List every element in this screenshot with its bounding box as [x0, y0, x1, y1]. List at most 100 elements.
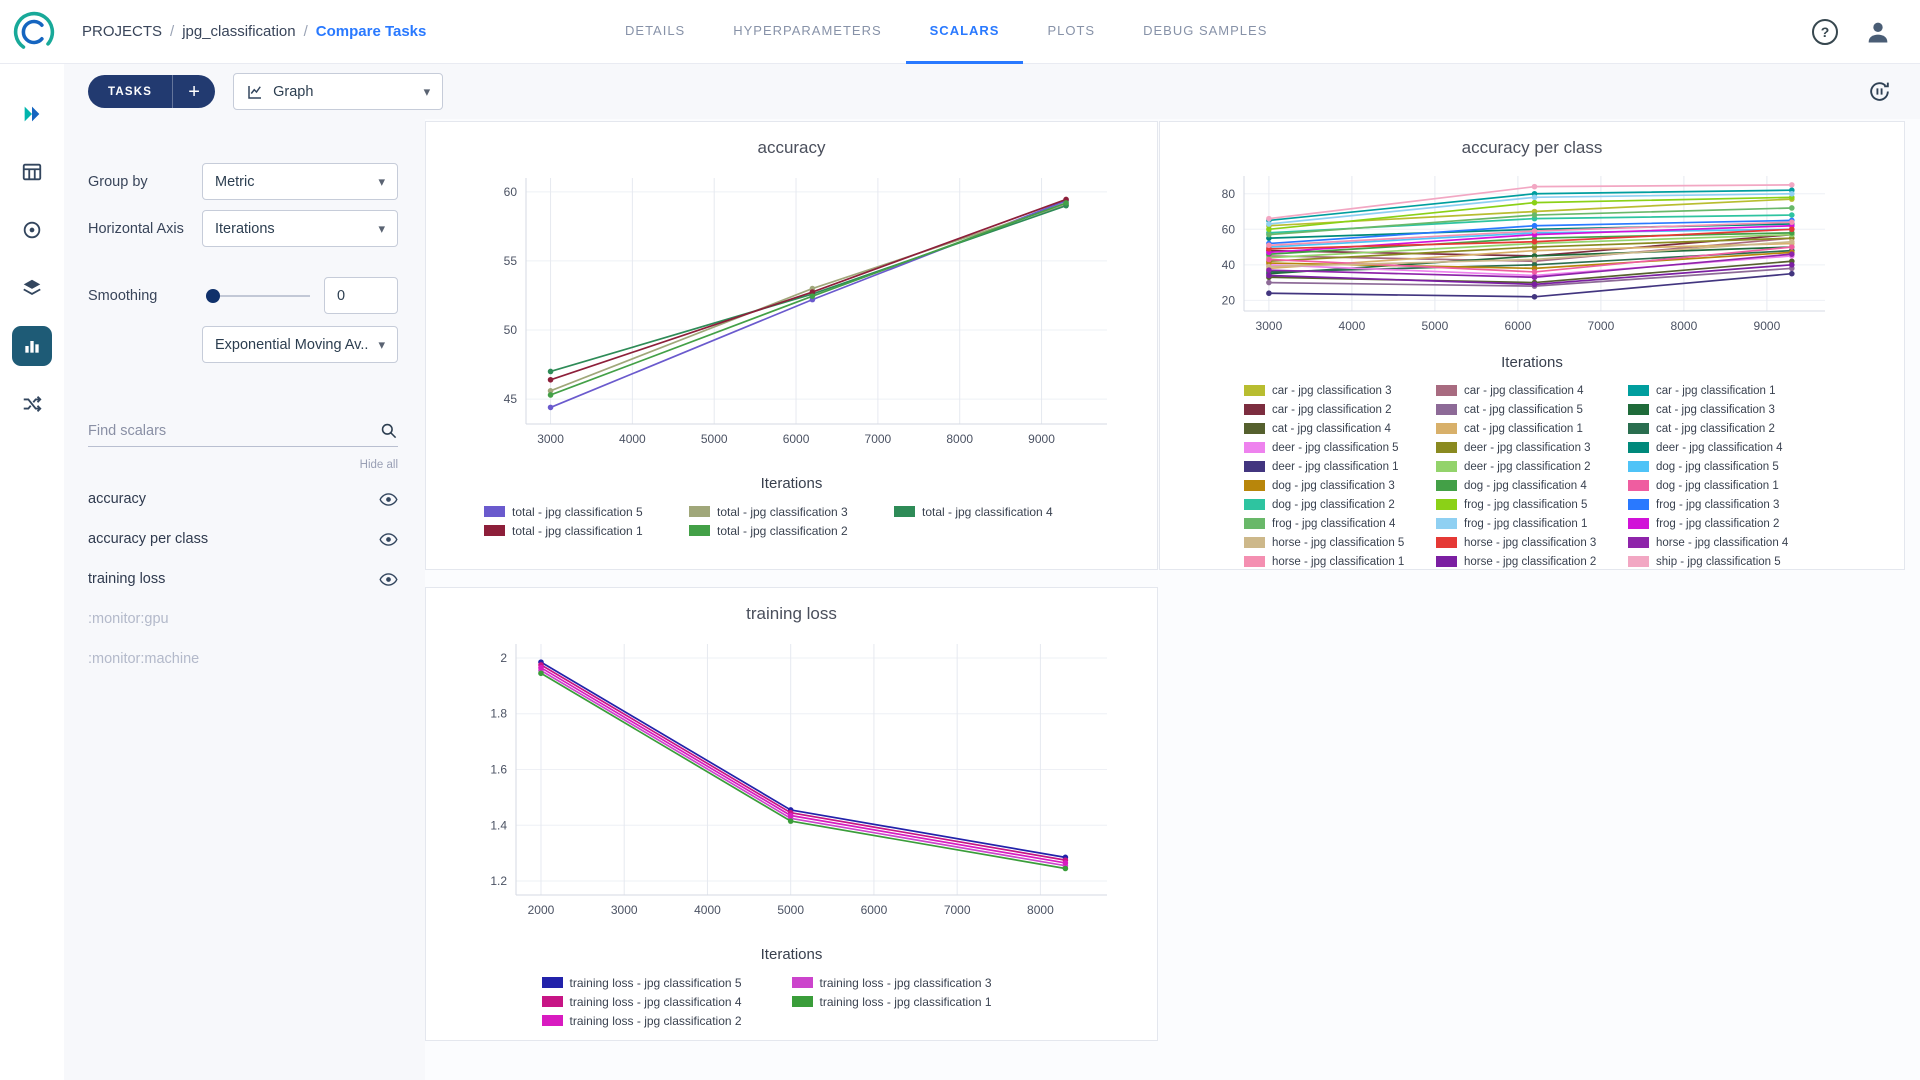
search-icon[interactable] — [379, 421, 398, 440]
breadcrumb-compare-tasks[interactable]: Compare Tasks — [316, 23, 427, 40]
pipelines-icon[interactable] — [12, 384, 52, 424]
experiments-icon-active[interactable] — [12, 326, 52, 366]
legend-item[interactable]: horse - jpg classification 2 — [1436, 552, 1628, 570]
legend-item[interactable]: horse - jpg classification 3 — [1436, 533, 1628, 552]
accuracy-plot[interactable]: 455055603000400050006000700080009000 — [426, 166, 1157, 461]
user-avatar[interactable] — [1864, 18, 1892, 46]
legend-item[interactable]: cat - jpg classification 1 — [1436, 419, 1628, 438]
tab-plots[interactable]: PLOTS — [1023, 0, 1119, 64]
legend-item[interactable]: frog - jpg classification 1 — [1436, 514, 1628, 533]
metric-row-monitor-machine[interactable]: :monitor:machine — [64, 639, 425, 679]
legend-item[interactable]: deer - jpg classification 3 — [1436, 438, 1628, 457]
legend-item[interactable]: total - jpg classification 3 — [689, 502, 894, 521]
legend-label: deer - jpg classification 1 — [1272, 461, 1399, 473]
svg-text:50: 50 — [504, 323, 518, 337]
legend-item[interactable]: horse - jpg classification 5 — [1244, 533, 1436, 552]
layers-icon[interactable] — [12, 268, 52, 308]
legend-item[interactable]: frog - jpg classification 5 — [1436, 495, 1628, 514]
metric-row-accuracy[interactable]: accuracy — [64, 479, 425, 519]
metric-row-accuracy-per-class[interactable]: accuracy per class — [64, 519, 425, 559]
clearml-logo[interactable] — [12, 10, 56, 54]
legend-item[interactable]: total - jpg classification 2 — [689, 521, 894, 540]
smoothing-type-select[interactable]: Exponential Moving Av... ▾ — [202, 326, 398, 363]
legend-label: dog - jpg classification 4 — [1464, 480, 1587, 492]
breadcrumb-projects[interactable]: PROJECTS — [82, 23, 162, 40]
svg-text:6000: 6000 — [861, 903, 888, 917]
visibility-eye-icon[interactable] — [379, 490, 398, 509]
legend-item[interactable]: frog - jpg classification 2 — [1628, 514, 1820, 533]
legend-item[interactable]: deer - jpg classification 5 — [1244, 438, 1436, 457]
legend-swatch — [484, 525, 505, 536]
legend-item[interactable]: deer - jpg classification 4 — [1628, 438, 1820, 457]
svg-text:2000: 2000 — [528, 903, 555, 917]
accuracy-per-class-plot[interactable]: 204060803000400050006000700080009000 — [1160, 166, 1904, 346]
smoothing-value-input[interactable] — [324, 277, 398, 314]
tab-details[interactable]: DETAILS — [601, 0, 709, 64]
legend-item[interactable]: total - jpg classification 5 — [484, 502, 689, 521]
legend-item[interactable]: cat - jpg classification 2 — [1628, 419, 1820, 438]
hide-all-link[interactable]: Hide all — [64, 459, 398, 471]
help-icon[interactable]: ? — [1812, 19, 1838, 45]
visibility-eye-icon[interactable] — [379, 530, 398, 549]
view-mode-select[interactable]: Graph ▾ — [233, 73, 443, 110]
legend-item[interactable]: dog - jpg classification 5 — [1628, 457, 1820, 476]
training-loss-plot[interactable]: 1.21.41.61.82200030004000500060007000800… — [426, 632, 1157, 932]
legend-item[interactable]: training loss - jpg classification 3 — [792, 973, 1042, 992]
legend-item[interactable]: frog - jpg classification 4 — [1244, 514, 1436, 533]
legend-item[interactable]: deer - jpg classification 2 — [1436, 457, 1628, 476]
legend-item[interactable]: car - jpg classification 1 — [1628, 381, 1820, 400]
tab-bar: DETAILS HYPERPARAMETERS SCALARS PLOTS DE… — [601, 0, 1291, 64]
legend-item[interactable]: car - jpg classification 3 — [1244, 381, 1436, 400]
legend-item[interactable]: total - jpg classification 1 — [484, 521, 689, 540]
legend-item[interactable]: cat - jpg classification 3 — [1628, 400, 1820, 419]
svg-text:1.6: 1.6 — [490, 763, 507, 777]
legend-label: cat - jpg classification 5 — [1464, 404, 1583, 416]
visibility-eye-icon[interactable] — [379, 570, 398, 589]
breadcrumb-project-name[interactable]: jpg_classification — [182, 23, 295, 40]
models-icon[interactable] — [12, 210, 52, 250]
legend-item[interactable]: cat - jpg classification 5 — [1436, 400, 1628, 419]
tab-scalars[interactable]: SCALARS — [906, 0, 1024, 64]
add-task-button[interactable]: + — [173, 77, 215, 107]
bar-chart-icon — [22, 336, 42, 356]
shuffle-icon — [21, 393, 43, 415]
tasks-button[interactable]: TASKS + — [88, 75, 215, 108]
legend-swatch — [1244, 480, 1265, 491]
breadcrumb-separator: / — [304, 23, 308, 40]
legend-label: dog - jpg classification 2 — [1272, 499, 1395, 511]
metric-label: training loss — [88, 571, 379, 587]
horizontal-axis-row: Horizontal Axis Iterations ▾ — [88, 210, 398, 247]
tab-hyperparameters[interactable]: HYPERPARAMETERS — [709, 0, 905, 64]
slider-knob[interactable] — [206, 289, 220, 303]
auto-refresh-toggle[interactable] — [1867, 79, 1892, 104]
legend-item[interactable]: dog - jpg classification 1 — [1628, 476, 1820, 495]
left-nav-rail — [0, 64, 64, 1080]
legend-item[interactable]: horse - jpg classification 1 — [1244, 552, 1436, 570]
legend-item[interactable]: dog - jpg classification 3 — [1244, 476, 1436, 495]
horizontal-axis-select[interactable]: Iterations ▾ — [202, 210, 398, 247]
legend-label: deer - jpg classification 5 — [1272, 442, 1399, 454]
legend-item[interactable]: cat - jpg classification 4 — [1244, 419, 1436, 438]
legend-item[interactable]: ship - jpg classification 5 — [1628, 552, 1820, 570]
legend-item[interactable]: dog - jpg classification 2 — [1244, 495, 1436, 514]
legend-item[interactable]: horse - jpg classification 4 — [1628, 533, 1820, 552]
legend-item[interactable]: dog - jpg classification 4 — [1436, 476, 1628, 495]
legend-swatch — [689, 525, 710, 536]
legend-item[interactable]: frog - jpg classification 3 — [1628, 495, 1820, 514]
getting-started-icon[interactable] — [12, 94, 52, 134]
legend-item[interactable]: training loss - jpg classification 1 — [792, 992, 1042, 1011]
legend-item[interactable]: training loss - jpg classification 2 — [542, 1011, 792, 1030]
group-by-select[interactable]: Metric ▾ — [202, 163, 398, 200]
legend-item[interactable]: training loss - jpg classification 4 — [542, 992, 792, 1011]
tab-debug-samples[interactable]: DEBUG SAMPLES — [1119, 0, 1291, 64]
datasets-icon[interactable] — [12, 152, 52, 192]
metric-row-training-loss[interactable]: training loss — [64, 559, 425, 599]
legend-item[interactable]: car - jpg classification 4 — [1436, 381, 1628, 400]
search-input[interactable] — [88, 423, 379, 439]
metric-row-monitor-gpu[interactable]: :monitor:gpu — [64, 599, 425, 639]
legend-item[interactable]: deer - jpg classification 1 — [1244, 457, 1436, 476]
legend-item[interactable]: total - jpg classification 4 — [894, 502, 1099, 521]
legend-item[interactable]: car - jpg classification 2 — [1244, 400, 1436, 419]
legend-item[interactable]: training loss - jpg classification 5 — [542, 973, 792, 992]
smoothing-slider[interactable] — [206, 286, 310, 306]
